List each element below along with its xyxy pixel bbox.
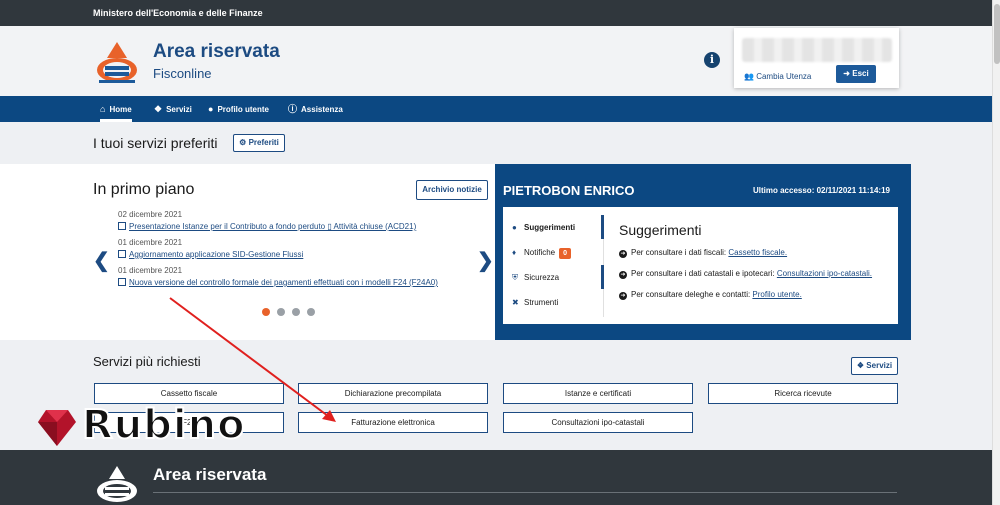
tab-indicator: [601, 265, 604, 289]
servizi-button[interactable]: ❖ Servizi: [851, 357, 898, 375]
user-name: PIETROBON ENRICO: [503, 183, 635, 198]
footer: Area riservata: [0, 450, 992, 505]
info-circle-icon: ⓘ: [288, 104, 298, 114]
agenzia-logo-icon[interactable]: [93, 40, 141, 84]
news-link[interactable]: Presentazione Istanze per il Contributo …: [118, 222, 416, 231]
watermark-text: Rubino: [81, 401, 246, 449]
ministry-text: Ministero dell'Economia e delle Finanze: [93, 8, 263, 18]
tab-strumenti[interactable]: ✖ Strumenti: [512, 298, 558, 307]
notification-badge: 0: [559, 248, 572, 259]
cubes-icon: ❖: [154, 104, 163, 114]
servizi-title: Servizi più richiesti: [93, 354, 201, 369]
service-consultazioni-ipo-catastali[interactable]: Consultazioni ipo-catastali: [503, 412, 693, 433]
tools-icon: ✖: [512, 298, 519, 307]
service-dichiarazione-precompilata[interactable]: Dichiarazione precompilata: [298, 383, 488, 404]
tab-sicurezza[interactable]: ⛨ Sicurezza: [512, 273, 559, 283]
carousel-next-chevron-icon[interactable]: ❯: [477, 248, 494, 273]
external-link-icon: [118, 250, 126, 258]
nav-assistenza[interactable]: ⓘ Assistenza: [288, 96, 343, 122]
rubino-watermark: Rubino: [36, 401, 256, 454]
carousel-dot[interactable]: [262, 308, 270, 316]
service-cassetto-fiscale[interactable]: Cassetto fiscale: [94, 383, 284, 404]
nav-servizi[interactable]: ❖ Servizi: [154, 96, 192, 122]
tab-active-indicator: [601, 215, 604, 239]
preferiti-button[interactable]: ⚙ Preferiti: [233, 134, 285, 152]
home-icon: ⌂: [100, 104, 106, 114]
esci-button[interactable]: ➜ Esci: [836, 65, 876, 83]
suggestion-item: ➜ Per consultare deleghe e contatti: Prof…: [619, 290, 802, 300]
favorites-title: I tuoi servizi preferiti: [93, 135, 218, 151]
suggestion-item: ➜ Per consultare i dati fiscali: Cassetto…: [619, 248, 788, 258]
user-box: 👥 Cambia Utenza ➜ Esci: [734, 28, 899, 88]
news-link[interactable]: Aggiornamento applicazione SID-Gestione …: [118, 250, 303, 259]
tab-notifiche[interactable]: ♦ Notifiche 0: [512, 248, 572, 259]
info-icon[interactable]: i: [704, 52, 720, 68]
suggestion-link[interactable]: Cassetto fiscale.: [728, 248, 787, 257]
news-date: 02 dicembre 2021: [118, 210, 183, 219]
carousel-dot[interactable]: [292, 308, 300, 316]
carousel-dots: [262, 303, 322, 321]
news-link[interactable]: Nuova versione del controllo formale dei…: [118, 278, 438, 287]
ministry-bar: Ministero dell'Economia e delle Finanze: [0, 0, 992, 26]
news-date: 01 dicembre 2021: [118, 266, 183, 275]
primo-piano-title: In primo piano: [93, 181, 195, 198]
tab-suggerimenti[interactable]: ● Suggerimenti: [512, 223, 575, 232]
last-access: Ultimo accesso: 02/11/2021 11:14:19: [753, 186, 890, 195]
nav-home[interactable]: ⌂ Home: [100, 96, 132, 122]
archivio-notizie-button[interactable]: Archivio notizie: [416, 180, 488, 200]
footer-title: Area riservata: [153, 465, 267, 484]
service-ricerca-ricevute[interactable]: Ricerca ricevute: [708, 383, 898, 404]
primo-piano-section: In primo piano Archivio notizie 02 dicem…: [0, 164, 495, 340]
panel-card: ● Suggerimenti ♦ Notifiche 0 ⛨ Sicurezza ✖ St…: [503, 207, 898, 324]
news-item: 01 dicembre 2021 Aggiornamento applicazi…: [118, 238, 303, 259]
lightbulb-icon: ●: [512, 223, 517, 232]
news-item: 02 dicembre 2021 Presentazione Istanze p…: [118, 210, 416, 231]
suggestion-link[interactable]: Profilo utente.: [752, 290, 801, 299]
service-fatturazione-elettronica[interactable]: Fatturazione elettronica: [298, 412, 488, 433]
logout-icon: ➜: [843, 69, 850, 78]
user-icon: ●: [208, 104, 214, 114]
user-panel: PIETROBON ENRICO Ultimo accesso: 02/11/2…: [495, 164, 911, 340]
external-link-icon: [118, 278, 126, 286]
cambia-utenza-link[interactable]: 👥 Cambia Utenza: [744, 72, 811, 81]
carousel-dot[interactable]: [277, 308, 285, 316]
external-link-icon: [118, 222, 126, 230]
carousel-prev-chevron-icon[interactable]: ❮: [93, 248, 110, 273]
agenzia-logo-icon: [97, 466, 137, 502]
suggestion-item: ➜ Per consultare i dati catastali e ipote…: [619, 269, 873, 279]
scrollbar-thumb[interactable]: [994, 4, 1000, 64]
main-nav: ⌂ Home ❖ Servizi ● Profilo utente ⓘ Assisten…: [0, 96, 992, 122]
scrollbar[interactable]: [992, 0, 1000, 505]
footer-divider: [153, 492, 897, 493]
header: Area riservata Fisconline i 👥 Cambia Ute…: [0, 26, 992, 96]
gear-icon: ⚙: [239, 138, 247, 147]
suggestion-link[interactable]: Consultazioni ipo-catastali.: [777, 269, 872, 278]
arrow-right-icon: ➜: [619, 250, 627, 258]
blurred-user-info: [742, 38, 892, 62]
ruby-gem-icon: [38, 410, 76, 446]
shield-icon: ⛨: [512, 273, 518, 282]
app-subtitle: Fisconline: [153, 66, 212, 81]
suggerimenti-title: Suggerimenti: [619, 222, 702, 238]
users-icon: 👥: [744, 72, 754, 81]
carousel-dot[interactable]: [307, 308, 315, 316]
service-istanze-certificati[interactable]: Istanze e certificati: [503, 383, 693, 404]
cubes-icon: ❖: [856, 361, 865, 370]
app-title: Area riservata: [153, 41, 280, 62]
arrow-right-icon: ➜: [619, 292, 627, 300]
nav-profilo-utente[interactable]: ● Profilo utente: [208, 96, 269, 122]
news-item: 01 dicembre 2021 Nuova versione del cont…: [118, 266, 438, 287]
bell-icon: ♦: [512, 248, 517, 257]
news-date: 01 dicembre 2021: [118, 238, 183, 247]
arrow-right-icon: ➜: [619, 271, 627, 279]
